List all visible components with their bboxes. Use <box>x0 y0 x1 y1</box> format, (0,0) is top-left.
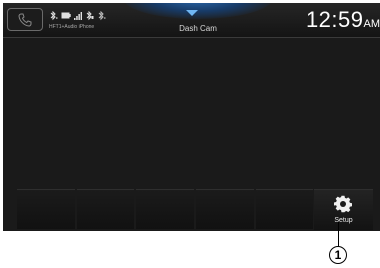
setup-button[interactable]: Setup <box>314 189 373 230</box>
callout-number: 1 <box>329 246 347 264</box>
clock-time: 12:59 <box>305 7 364 32</box>
callout-line <box>338 222 339 246</box>
phone-button[interactable] <box>7 8 43 31</box>
screen-title: Dash Cam <box>179 24 217 33</box>
clock: 12:59AM <box>306 7 380 33</box>
bluetooth-icon <box>98 10 106 20</box>
empty-slot <box>136 189 195 229</box>
bluetooth-icon <box>50 10 58 20</box>
device-name: HFT1+Audio iPhone <box>49 24 95 30</box>
empty-slot <box>76 189 135 229</box>
empty-slot <box>17 189 75 229</box>
chevron-down-icon[interactable] <box>186 10 198 16</box>
phone-icon <box>18 13 32 27</box>
signal-icon <box>74 11 82 20</box>
empty-slot <box>255 189 314 229</box>
bluetooth-icon <box>86 10 94 20</box>
empty-slot <box>196 189 254 229</box>
head-unit-screen: HFT1+Audio iPhone Dash Cam 12:59AM Setup <box>3 3 380 231</box>
gear-icon <box>334 195 352 213</box>
divider <box>3 37 380 38</box>
source-menu-glow <box>123 3 273 19</box>
setup-label: Setup <box>334 217 353 224</box>
battery-icon <box>61 12 71 19</box>
status-bar: HFT1+Audio iPhone Dash Cam 12:59AM <box>3 3 380 37</box>
clock-period: AM <box>363 18 380 30</box>
status-icons <box>49 10 106 21</box>
